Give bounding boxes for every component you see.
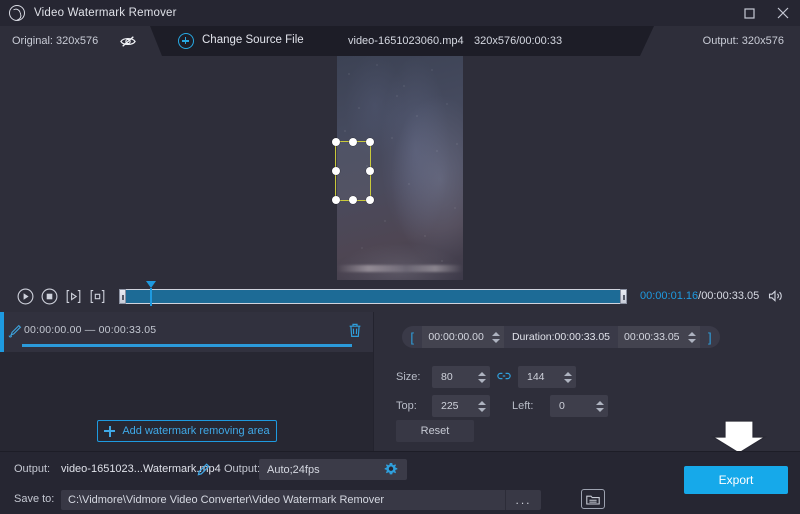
size-height-stepper[interactable]: 144	[518, 366, 576, 388]
watermark-selection-box[interactable]	[335, 141, 371, 201]
maximize-icon[interactable]	[732, 0, 766, 26]
close-icon[interactable]	[766, 0, 800, 26]
list-item-time-range: 00:00:00.00 — 00:00:33.05	[24, 324, 156, 336]
reset-button[interactable]: Reset	[396, 420, 474, 442]
save-to-label: Save to:	[14, 493, 54, 505]
add-watermark-area-button[interactable]: Add watermark removing area	[97, 420, 277, 442]
resize-handle-ne[interactable]	[366, 138, 374, 146]
bracket-open-icon[interactable]: [	[402, 330, 422, 345]
output-size-label: Output: 320x576	[703, 35, 784, 47]
eye-off-icon[interactable]	[120, 35, 136, 48]
title-bar: Video Watermark Remover	[0, 0, 800, 26]
link-icon[interactable]	[497, 370, 511, 384]
seek-bar[interactable]	[119, 280, 627, 312]
brand-logo-icon	[9, 5, 25, 21]
output-name-label: Output:	[14, 463, 50, 475]
save-to-path-value: C:\Vidmore\Vidmore Video Converter\Video…	[61, 494, 384, 506]
left-arrows[interactable]	[595, 395, 608, 417]
left-label: Left:	[512, 400, 550, 412]
app-window: Video Watermark Remover Original: 320x57…	[0, 0, 800, 514]
seek-track[interactable]	[119, 289, 627, 304]
trim-controls: [ 00:00:00.00 Duration:00:00:33.05 00:00…	[402, 326, 720, 348]
output-format-label: Output:	[224, 463, 260, 475]
size-width-arrows[interactable]	[477, 366, 490, 388]
resize-handle-n[interactable]	[349, 138, 357, 146]
bracket-close-icon[interactable]: ]	[700, 330, 720, 345]
total-time: 00:00:33.05	[701, 290, 759, 302]
top-arrows[interactable]	[477, 395, 490, 417]
original-size-label: Original: 320x576	[12, 35, 98, 47]
output-format-value: Auto;24fps	[259, 464, 320, 476]
save-to-path-field[interactable]: C:\Vidmore\Vidmore Video Converter\Video…	[61, 490, 541, 510]
app-title: Video Watermark Remover	[34, 7, 177, 19]
preview-area	[0, 56, 800, 280]
size-height-value: 144	[518, 371, 545, 383]
top-value: 225	[432, 400, 459, 412]
resize-handle-w[interactable]	[332, 167, 340, 175]
transport-bar: 00:00:01.16/00:00:33.05	[0, 280, 800, 312]
end-time-stepper[interactable]: 00:00:33.05	[618, 326, 700, 348]
size-width-stepper[interactable]: 80	[432, 366, 490, 388]
gear-icon[interactable]	[384, 462, 398, 481]
volume-icon[interactable]	[768, 289, 784, 303]
tab-original[interactable]: Original: 320x576	[0, 26, 162, 56]
top-stepper[interactable]: 225	[432, 395, 490, 417]
source-file-name: video-1651023060.mp4	[348, 35, 464, 47]
playhead-marker[interactable]	[146, 281, 156, 288]
size-width-value: 80	[432, 371, 453, 383]
size-height-arrows[interactable]	[563, 366, 576, 388]
start-time-arrows[interactable]	[491, 326, 504, 348]
end-time-value: 00:00:33.05	[618, 331, 685, 343]
left-value: 0	[550, 400, 565, 412]
stop-circle-icon[interactable]	[37, 285, 61, 307]
left-stepper[interactable]: 0	[550, 395, 608, 417]
item-accent-bar	[0, 312, 4, 352]
tab-output[interactable]: Output: 320x576	[640, 26, 800, 56]
size-label: Size:	[396, 371, 432, 383]
current-time: 00:00:01.16	[640, 290, 698, 302]
trim-handle-right[interactable]	[620, 289, 627, 304]
play-circle-icon[interactable]	[13, 285, 37, 307]
pencil-icon[interactable]	[197, 463, 210, 481]
start-time-value: 00:00:00.00	[422, 331, 489, 343]
resize-handle-sw[interactable]	[332, 196, 340, 204]
time-display: 00:00:01.16/00:00:33.05	[640, 290, 759, 302]
window-controls	[732, 0, 800, 26]
plus-circle-icon[interactable]	[178, 33, 194, 49]
position-row: Top: 225 Left: 0	[396, 395, 608, 417]
end-time-arrows[interactable]	[687, 326, 700, 348]
browse-dots-button[interactable]: ...	[505, 490, 541, 510]
bracket-stop-icon[interactable]	[85, 285, 109, 307]
bracket-play-icon[interactable]	[61, 285, 85, 307]
start-time-stepper[interactable]: 00:00:00.00	[422, 326, 504, 348]
export-button[interactable]: Export	[684, 466, 788, 494]
source-file-info: 320x576/00:00:33	[474, 35, 562, 47]
horizon-decoration	[337, 265, 463, 272]
add-watermark-area-label: Add watermark removing area	[122, 425, 269, 437]
change-source-file-button[interactable]: Change Source File	[202, 34, 304, 46]
trash-icon[interactable]	[348, 323, 362, 343]
source-bar: Original: 320x576 Change Source File vid…	[0, 26, 800, 56]
size-row: Size: 80 144	[396, 366, 576, 388]
resize-handle-e[interactable]	[366, 167, 374, 175]
duration-label: Duration:00:00:33.05	[504, 331, 618, 343]
list-item[interactable]: 00:00:00.00 — 00:00:33.05	[0, 312, 373, 352]
top-label: Top:	[396, 400, 432, 412]
list-item-progress-bar	[22, 344, 352, 347]
playhead-line	[150, 288, 152, 306]
plus-icon	[104, 426, 115, 437]
resize-handle-nw[interactable]	[332, 138, 340, 146]
folder-icon[interactable]	[581, 489, 605, 509]
resize-handle-se[interactable]	[366, 196, 374, 204]
trim-handle-left[interactable]	[119, 289, 126, 304]
resize-handle-s[interactable]	[349, 196, 357, 204]
watermark-brush-icon	[8, 324, 22, 343]
